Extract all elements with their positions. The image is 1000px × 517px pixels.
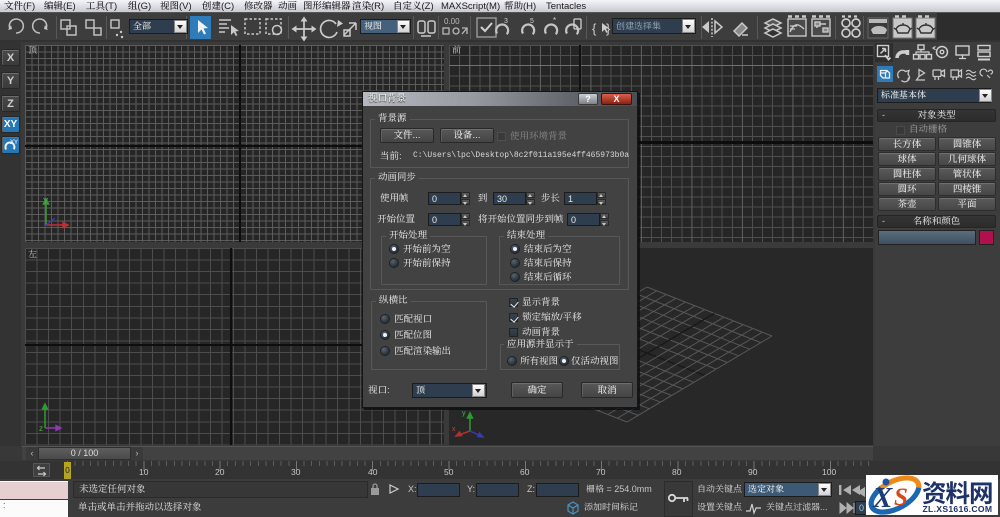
- svg-text:X: X: [872, 482, 893, 514]
- svg-text:Y: Y: [43, 197, 49, 206]
- svg-text:z: z: [39, 424, 43, 432]
- svg-text:0.00: 0.00: [444, 17, 460, 26]
- svg-text:x: x: [452, 426, 456, 433]
- svg-text:*: *: [553, 16, 556, 25]
- svg-text:{: {: [592, 21, 597, 36]
- svg-text:5: 5: [530, 18, 534, 25]
- svg-text:S: S: [894, 484, 908, 511]
- svg-text:ZL.XS1616.COM: ZL.XS1616.COM: [923, 504, 993, 514]
- svg-text:XY: XY: [10, 140, 18, 146]
- svg-text:3: 3: [504, 18, 508, 25]
- svg-text:y: y: [462, 410, 466, 417]
